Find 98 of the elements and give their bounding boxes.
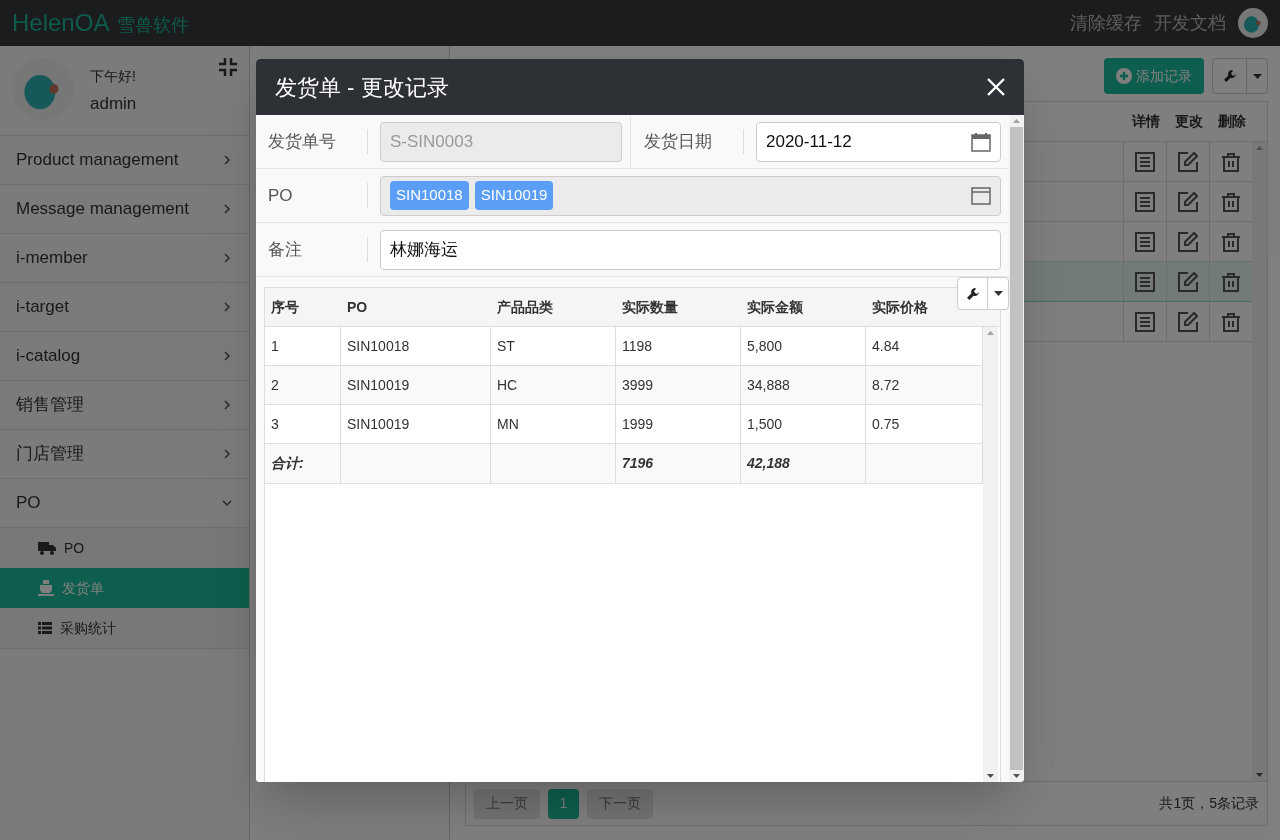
wrench-icon: [1222, 69, 1237, 83]
table-cell: 1999: [616, 405, 741, 443]
scrollbar[interactable]: [1252, 142, 1267, 781]
page-summary: 共1页，5条记录: [1159, 794, 1259, 813]
chevron-right-icon: [221, 252, 233, 264]
field-label: 备注: [256, 236, 368, 263]
trash-icon[interactable]: [1221, 191, 1241, 212]
calendar-icon[interactable]: [971, 131, 991, 152]
order-number-field: S-SIN0003: [380, 121, 622, 162]
truck-icon: [38, 541, 56, 555]
plus-icon: [1116, 68, 1132, 84]
list-icon: [38, 622, 52, 634]
edit-icon[interactable]: [1178, 191, 1198, 212]
menu-item[interactable]: 门店管理: [0, 430, 249, 479]
header-link[interactable]: 清除缓存: [1070, 9, 1142, 37]
scrollbar[interactable]: [1009, 115, 1024, 782]
field-label: 发货单号: [256, 128, 368, 155]
table-cell: ST: [491, 327, 616, 365]
table-cell: 5,800: [741, 327, 866, 365]
edit-icon[interactable]: [1178, 271, 1198, 292]
field-label: PO: [256, 182, 368, 209]
table-cell: 3: [265, 405, 341, 443]
date-field[interactable]: 2020-11-12: [756, 121, 1001, 162]
dialog-title: 发货单 - 更改记录: [275, 73, 449, 102]
trash-icon[interactable]: [1221, 151, 1241, 172]
document-icon[interactable]: [1135, 231, 1155, 252]
document-icon[interactable]: [1135, 151, 1155, 172]
table-cell: SIN10018: [341, 327, 491, 365]
total-cell-text: 7196: [622, 454, 654, 473]
table-cell: 3999: [616, 366, 741, 404]
scroll-up-arrow-icon[interactable]: [1013, 119, 1020, 123]
app-logo[interactable]: HelenOA: [12, 5, 110, 41]
window-icon[interactable]: [971, 186, 991, 205]
menu-item[interactable]: 销售管理: [0, 381, 249, 430]
menu-item[interactable]: i-target: [0, 283, 249, 332]
column-header: PO: [347, 297, 368, 317]
chevron-right-icon: [221, 203, 233, 215]
edit-icon[interactable]: [1178, 151, 1198, 172]
total-cell-text: 42,188: [747, 454, 790, 473]
app-logo-subtitle: 雪兽软件: [117, 13, 190, 37]
chevron-right-icon: [221, 399, 233, 411]
document-icon[interactable]: [1135, 311, 1155, 332]
scroll-down-arrow-icon[interactable]: [1013, 774, 1020, 778]
po-tag[interactable]: SIN10018: [390, 181, 469, 210]
chevron-right-icon: [221, 301, 233, 313]
menu-item[interactable]: i-member: [0, 234, 249, 283]
greeting: 下午好!: [90, 67, 137, 86]
po-tag[interactable]: SIN10019: [474, 181, 554, 210]
table-cell: SIN10019: [341, 366, 491, 404]
table-cell: 1198: [616, 327, 741, 365]
column-header: 序号: [271, 297, 299, 317]
scroll-down-arrow-icon[interactable]: [987, 774, 994, 778]
scroll-down-arrow-icon[interactable]: [1256, 773, 1263, 777]
close-icon[interactable]: [987, 78, 1005, 96]
table-cell: 1,500: [741, 405, 866, 443]
chevron-right-icon: [221, 154, 233, 166]
table-cell: 2: [265, 366, 341, 404]
menu-item[interactable]: i-catalog: [0, 332, 249, 381]
scroll-up-arrow-icon[interactable]: [987, 331, 994, 335]
edit-icon[interactable]: [1178, 311, 1198, 332]
column-header: 实际数量: [622, 297, 678, 317]
table-cell: 1: [265, 327, 341, 365]
trash-icon[interactable]: [1221, 271, 1241, 292]
trash-icon[interactable]: [1221, 311, 1241, 332]
collapse-icon[interactable]: [219, 58, 237, 76]
table-cell: MN: [491, 405, 616, 443]
document-icon[interactable]: [1135, 191, 1155, 212]
caret-icon: [993, 291, 1003, 296]
column-header: 更改: [1173, 112, 1204, 131]
column-header: 实际价格: [872, 297, 928, 317]
document-icon[interactable]: [1135, 271, 1155, 292]
grid-tools-dropdown[interactable]: [957, 277, 1009, 310]
table-cell: SIN10019: [341, 405, 491, 443]
menu-item[interactable]: Product management: [0, 136, 249, 185]
chevron-down-icon: [221, 497, 233, 509]
total-cell-text: 合计:: [271, 454, 304, 473]
column-header: 详情: [1130, 112, 1161, 131]
table-cell: HC: [491, 366, 616, 404]
wrench-icon: [965, 286, 980, 301]
column-header: 删除: [1216, 112, 1247, 131]
tools-dropdown[interactable]: [1212, 58, 1268, 94]
header-link[interactable]: 开发文档: [1154, 9, 1226, 37]
table-cell: 34,888: [741, 366, 866, 404]
column-header: 实际金额: [747, 297, 803, 317]
column-header: 产品品类: [497, 297, 553, 317]
scrollbar[interactable]: [983, 327, 998, 782]
ship-icon: [38, 580, 54, 596]
trash-icon[interactable]: [1221, 231, 1241, 252]
po-field[interactable]: SIN10018 SIN10019: [380, 175, 1001, 216]
caret-icon: [1252, 73, 1262, 79]
user-name: admin: [90, 93, 137, 115]
field-label: 发货日期: [631, 128, 744, 155]
chevron-right-icon: [221, 448, 233, 460]
chevron-right-icon: [221, 350, 233, 362]
edit-icon[interactable]: [1178, 231, 1198, 252]
menu-item[interactable]: Message management: [0, 185, 249, 234]
avatar-icon: [1238, 8, 1268, 38]
note-field[interactable]: 林娜海运: [380, 229, 1001, 270]
